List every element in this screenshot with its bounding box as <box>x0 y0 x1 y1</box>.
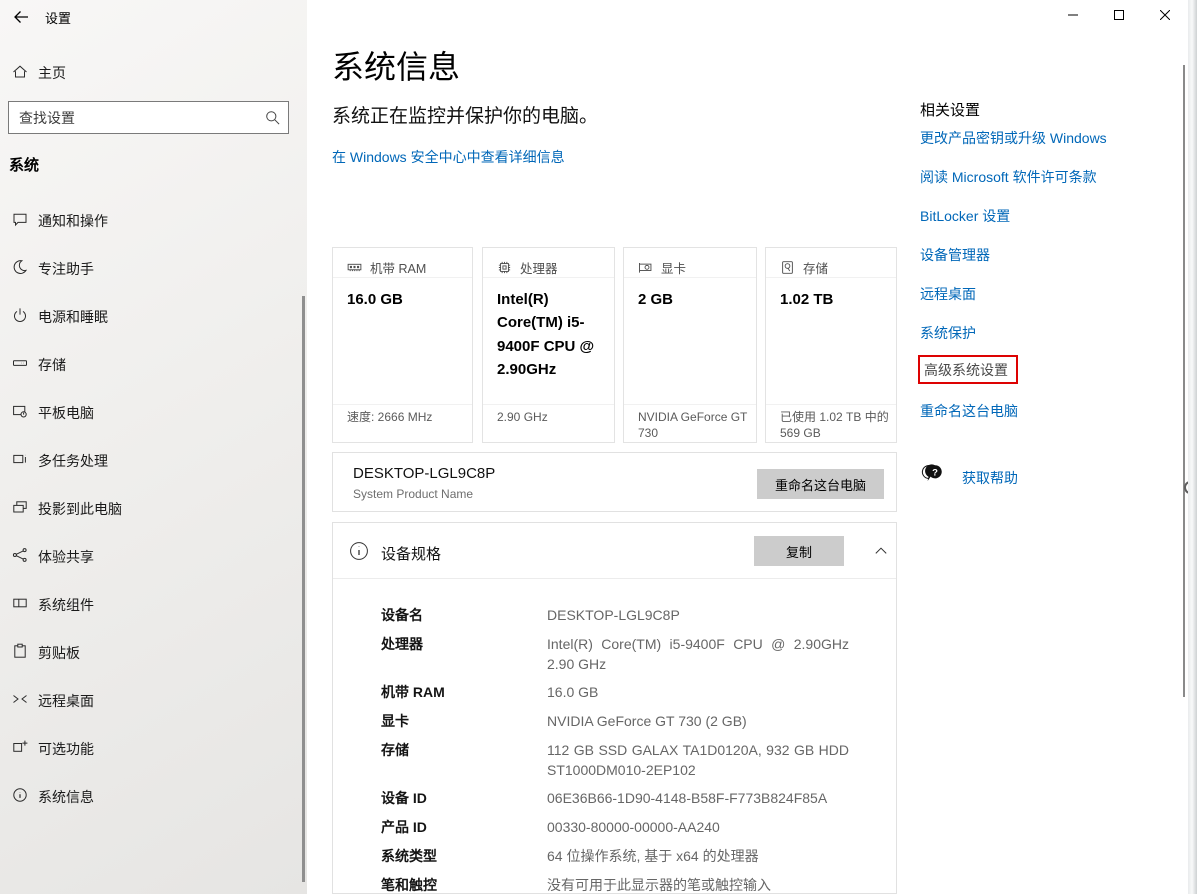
tablet-icon <box>12 403 28 419</box>
card-footer: 已使用 1.02 TB 中的 569 GB <box>766 404 896 442</box>
specs-title: 设备规格 <box>381 543 441 564</box>
card-footer: 2.90 GHz <box>483 404 614 442</box>
link-change-product-key[interactable]: 更改产品密钥或升级 Windows <box>920 128 1107 148</box>
specs-header: 设备规格 复制 <box>333 523 896 579</box>
settings-window: 设置 主页 系统 通知和操作 专注助手 电源和睡眠 <box>0 0 1197 894</box>
back-button[interactable] <box>6 5 36 29</box>
advanced-settings-highlight-box: 高级系统设置 <box>918 355 1018 384</box>
card-label: 处理器 <box>520 258 558 277</box>
system-components-icon <box>12 595 28 611</box>
help-icon: ? <box>919 463 945 485</box>
sidebar-item-optional-features[interactable]: 可选功能 <box>0 727 303 767</box>
close-button[interactable] <box>1142 0 1188 30</box>
sidebar-item-power-sleep[interactable]: 电源和睡眠 <box>0 295 303 335</box>
card-value: 2 GB <box>638 288 748 311</box>
search-icon[interactable] <box>265 110 281 126</box>
remote-desktop-icon <box>12 691 28 707</box>
sidebar-item-tablet[interactable]: 平板电脑 <box>0 391 303 431</box>
link-bitlocker[interactable]: BitLocker 设置 <box>920 206 1010 226</box>
svg-text:?: ? <box>932 467 938 478</box>
disk-icon <box>780 260 795 275</box>
sidebar-item-remote-desktop[interactable]: 远程桌面 <box>0 679 303 719</box>
sidebar-item-shared-experiences[interactable]: 体验共享 <box>0 535 303 575</box>
card-value: 1.02 TB <box>780 288 888 311</box>
power-sleep-icon <box>12 307 28 323</box>
link-advanced-system-settings[interactable]: 高级系统设置 <box>924 360 1008 380</box>
cpu-card: 处理器 Intel(R) Core(TM) i5-9400F CPU @ 2.9… <box>482 247 615 443</box>
maximize-icon <box>1114 10 1124 20</box>
sidebar-item-system-components[interactable]: 系统组件 <box>0 583 303 623</box>
notifications-icon <box>12 211 28 227</box>
app-title: 设置 <box>45 8 71 27</box>
cpu-icon <box>497 260 512 275</box>
maximize-button[interactable] <box>1096 0 1142 30</box>
home-label: 主页 <box>38 63 66 83</box>
minimize-button[interactable] <box>1050 0 1096 30</box>
card-footer: 速度: 2666 MHz <box>333 404 472 442</box>
main-scrollbar[interactable] <box>1183 65 1185 697</box>
info-icon <box>349 541 369 561</box>
sidebar-item-notifications[interactable]: 通知和操作 <box>0 199 303 239</box>
back-arrow-icon <box>13 9 29 25</box>
page-subtitle: 系统正在监控并保护你的电脑。 <box>332 101 598 128</box>
focus-assist-icon <box>12 259 28 275</box>
card-footer: NVIDIA GeForce GT 730 <box>624 404 756 442</box>
window-edge-strip <box>1188 0 1197 894</box>
sidebar: 设置 主页 系统 通知和操作 专注助手 电源和睡眠 <box>0 0 307 894</box>
minimize-icon <box>1068 10 1078 20</box>
chevron-up-icon[interactable] <box>873 543 889 559</box>
related-settings-title: 相关设置 <box>920 99 980 120</box>
ram-card: 机带 RAM 16.0 GB 速度: 2666 MHz <box>332 247 473 443</box>
sidebar-item-home[interactable]: 主页 <box>0 56 303 96</box>
search-input[interactable] <box>9 102 288 133</box>
card-label: 存储 <box>803 258 828 277</box>
storage-card: 存储 1.02 TB 已使用 1.02 TB 中的 569 GB <box>765 247 897 443</box>
sidebar-item-storage[interactable]: 存储 <box>0 343 303 383</box>
sidebar-item-about[interactable]: 系统信息 <box>0 775 303 815</box>
gpu-card: 显卡 2 GB NVIDIA GeForce GT 730 <box>623 247 757 443</box>
copy-button[interactable]: 复制 <box>754 536 844 566</box>
sidebar-scrollbar[interactable] <box>302 296 305 882</box>
link-remote-desktop[interactable]: 远程桌面 <box>920 284 976 304</box>
device-name: DESKTOP-LGL9C8P <box>353 465 495 482</box>
device-specs-panel: 设备规格 复制 设备名 DESKTOP-LGL9C8P 处理器 Intel(R)… <box>332 522 897 894</box>
about-icon <box>12 787 28 803</box>
main-content: 系统信息 系统正在监控并保护你的电脑。 在 Windows 安全中心中查看详细信… <box>307 0 1197 894</box>
page-title: 系统信息 <box>332 42 460 88</box>
card-value: Intel(R) Core(TM) i5-9400F CPU @ 2.90GHz <box>497 288 606 381</box>
ram-icon <box>347 260 362 275</box>
sidebar-item-clipboard[interactable]: 剪贴板 <box>0 631 303 671</box>
clipboard-icon <box>12 643 28 659</box>
window-controls <box>1050 0 1188 30</box>
sidebar-item-project[interactable]: 投影到此电脑 <box>0 487 303 527</box>
shared-experiences-icon <box>12 547 28 563</box>
device-product-name: System Product Name <box>353 487 473 501</box>
security-center-link[interactable]: 在 Windows 安全中心中查看详细信息 <box>332 147 565 167</box>
multitasking-icon <box>12 451 28 467</box>
sidebar-section-title: 系统 <box>9 154 39 175</box>
home-icon <box>12 64 28 80</box>
link-get-help[interactable]: 获取帮助 <box>962 468 1018 488</box>
device-name-panel: DESKTOP-LGL9C8P System Product Name 重命名这… <box>332 452 897 512</box>
optional-features-icon <box>12 739 28 755</box>
link-system-protection[interactable]: 系统保护 <box>920 323 976 343</box>
card-value: 16.0 GB <box>347 288 464 311</box>
rename-pc-button[interactable]: 重命名这台电脑 <box>757 469 884 499</box>
card-label: 显卡 <box>661 258 686 277</box>
sidebar-item-focus-assist[interactable]: 专注助手 <box>0 247 303 287</box>
storage-icon <box>12 355 28 371</box>
gpu-icon <box>638 260 653 275</box>
project-icon <box>12 499 28 515</box>
link-rename-pc[interactable]: 重命名这台电脑 <box>920 401 1018 421</box>
search-box <box>8 101 289 134</box>
link-ms-license[interactable]: 阅读 Microsoft 软件许可条款 <box>920 167 1097 187</box>
close-icon <box>1160 10 1170 20</box>
card-label: 机带 RAM <box>370 258 426 277</box>
link-device-manager[interactable]: 设备管理器 <box>920 245 990 265</box>
sidebar-item-multitasking[interactable]: 多任务处理 <box>0 439 303 479</box>
